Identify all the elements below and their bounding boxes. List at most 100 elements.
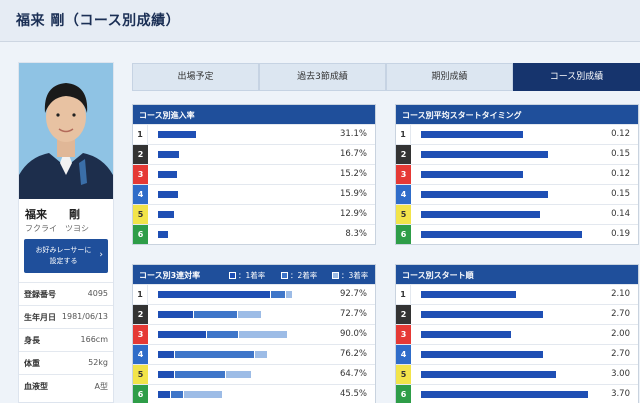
profile-info-value: 4095 xyxy=(87,289,108,298)
lane-value: 0.12 xyxy=(611,129,630,139)
start-rank-bar xyxy=(421,371,556,378)
lane-row: 6 0.19 xyxy=(396,224,638,244)
racer-name: 福来 剛 xyxy=(25,208,80,221)
lane-number-badge: 4 xyxy=(396,345,411,364)
second-rate-bar xyxy=(271,291,285,298)
lane-value: 2.00 xyxy=(611,329,630,339)
lane-number-badge: 2 xyxy=(133,145,148,164)
tab-term-results[interactable]: 期別成績 xyxy=(386,63,513,91)
lane-value: 0.14 xyxy=(611,209,630,219)
page-title: 福来 剛（コース別成績） xyxy=(16,13,181,29)
lane-value: 72.7% xyxy=(339,309,367,319)
lane-row: 2 0.15 xyxy=(396,144,638,164)
start-timing-bar xyxy=(421,151,549,158)
tab-recent-3-meets[interactable]: 過去3節成績 xyxy=(259,63,386,91)
first-rate-bar xyxy=(158,391,171,398)
first-rate-bar xyxy=(158,311,194,318)
lane-number-badge: 1 xyxy=(396,125,411,144)
first-rate-bar xyxy=(158,371,175,378)
lane-value: 12.9% xyxy=(339,209,367,219)
entry-rate-bar xyxy=(158,131,197,138)
lane-row: 1 0.12 xyxy=(396,124,638,144)
start-timing-bar xyxy=(421,171,523,178)
profile-info-row: 身長 166cm xyxy=(19,328,113,350)
lane-row: 3 90.0% xyxy=(133,324,375,344)
second-rate-bar xyxy=(171,391,184,398)
lane-value: 16.7% xyxy=(339,149,367,159)
lane-value: 0.19 xyxy=(611,229,630,239)
chevron-right-icon: › xyxy=(99,250,103,260)
third-rate-bar xyxy=(226,371,252,378)
racer-name-kana: フクライ ツヨシ xyxy=(25,224,89,233)
top3-rate-title: コース別3連対率 xyxy=(139,271,201,280)
lane-value: 92.7% xyxy=(339,289,367,299)
lane-row: 6 8.3% xyxy=(133,224,375,244)
lane-row: 3 15.2% xyxy=(133,164,375,184)
tab-schedule[interactable]: 出場予定 xyxy=(132,63,259,91)
profile-info-row: 生年月日 1981/06/13 xyxy=(19,305,113,327)
lane-number-badge: 1 xyxy=(133,125,148,144)
lane-number-badge: 6 xyxy=(133,225,148,244)
lane-value: 76.2% xyxy=(339,349,367,359)
lane-row: 5 64.7% xyxy=(133,364,375,384)
first-rate-bar xyxy=(158,291,271,298)
profile-info-row: 血液型 A型 xyxy=(19,374,113,396)
tab-course-results[interactable]: コース別成績 xyxy=(513,63,640,91)
page-header: 福来 剛（コース別成績） xyxy=(0,0,640,42)
lane-row: 1 92.7% xyxy=(133,284,375,304)
lane-number-badge: 6 xyxy=(133,385,148,403)
lane-value: 15.2% xyxy=(339,169,367,179)
lane-number-badge: 2 xyxy=(133,305,148,324)
lane-number-badge: 6 xyxy=(396,385,411,403)
lane-number-badge: 1 xyxy=(396,285,411,304)
legend-third-swatch xyxy=(332,272,339,279)
set-favorite-racer-label: お好みレーサーに設定する xyxy=(35,246,92,265)
start-timing-title: コース別平均スタートタイミング xyxy=(396,105,638,124)
start-rank-bar xyxy=(421,391,588,398)
second-rate-bar xyxy=(175,371,226,378)
start-rank-title: コース別スタート順 xyxy=(396,265,638,284)
third-rate-bar xyxy=(239,331,288,338)
start-timing-bar xyxy=(421,191,549,198)
top3-rate-header: コース別3連対率 ：1着率 ：2着率 ：3着率 xyxy=(133,265,375,284)
lane-row: 3 2.00 xyxy=(396,324,638,344)
lane-number-badge: 6 xyxy=(396,225,411,244)
lane-row: 4 0.15 xyxy=(396,184,638,204)
second-rate-bar xyxy=(175,351,255,358)
set-favorite-racer-button[interactable]: お好みレーサーに設定する › xyxy=(24,239,108,273)
lane-value: 3.70 xyxy=(611,389,630,399)
profile-info-label: 登録番号 xyxy=(24,290,56,299)
lane-number-badge: 4 xyxy=(396,185,411,204)
profile-info-value: A型 xyxy=(94,382,108,391)
racer-profile: 福来 剛 フクライ ツヨシ お好みレーサーに設定する › 登録番号 4095 生年月… xyxy=(18,62,114,403)
entry-rate-bar xyxy=(158,171,177,178)
entry-rate-bar xyxy=(158,191,178,198)
lane-number-badge: 5 xyxy=(133,205,148,224)
legend-third-label: ：3着率 xyxy=(341,271,369,280)
lane-value: 64.7% xyxy=(339,369,367,379)
second-rate-bar xyxy=(194,311,237,318)
third-rate-bar xyxy=(255,351,268,358)
legend-first-swatch xyxy=(229,272,236,279)
profile-info-value: 52kg xyxy=(88,358,108,367)
start-timing-panel: コース別平均スタートタイミング 1 0.12 2 0.15 3 0.12 4 0.15 5 0.1… xyxy=(395,104,639,245)
legend-third: ：3着率 xyxy=(332,270,368,281)
start-timing-bar xyxy=(421,131,523,138)
third-rate-bar xyxy=(285,291,292,298)
legend-second-label: ：2着率 xyxy=(290,271,318,280)
lane-value: 31.1% xyxy=(339,129,367,139)
lane-number-badge: 3 xyxy=(396,165,411,184)
legend-second-swatch xyxy=(281,272,288,279)
start-rank-bar xyxy=(421,311,543,318)
lane-row: 1 31.1% xyxy=(133,124,375,144)
lane-row: 6 3.70 xyxy=(396,384,638,403)
profile-info-row: 登録番号 4095 xyxy=(19,282,113,304)
lane-row: 3 0.12 xyxy=(396,164,638,184)
lane-value: 90.0% xyxy=(339,329,367,339)
lane-number-badge: 3 xyxy=(133,165,148,184)
profile-info-row: 体重 52kg xyxy=(19,351,113,373)
lane-value: 2.70 xyxy=(611,349,630,359)
lane-value: 45.5% xyxy=(339,389,367,399)
lane-row: 2 2.70 xyxy=(396,304,638,324)
lane-value: 2.10 xyxy=(611,289,630,299)
